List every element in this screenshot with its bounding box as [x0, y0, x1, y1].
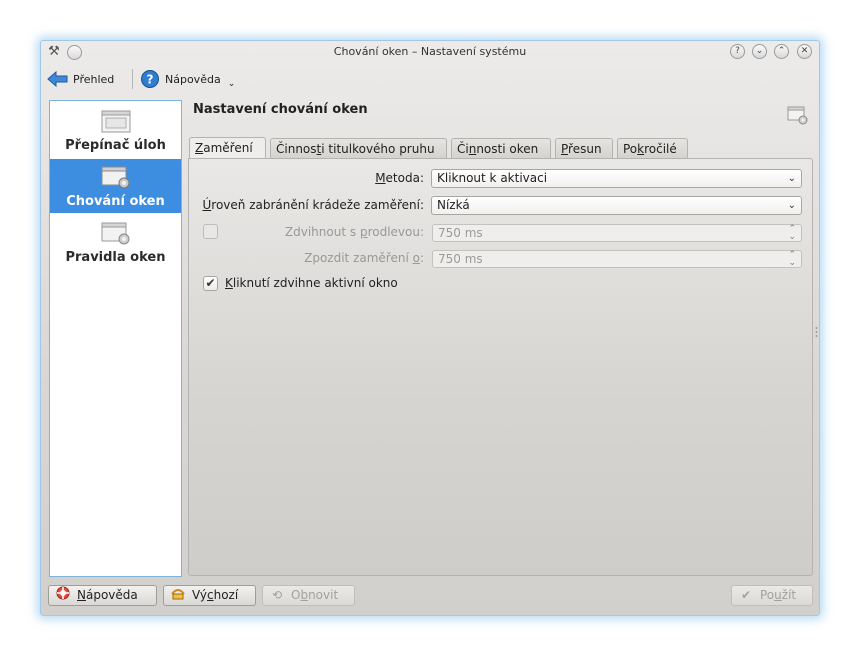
- window-icon: [101, 110, 130, 133]
- defaults-button[interactable]: Výchozí: [163, 585, 256, 606]
- sidebar-item-label: Chování oken: [66, 194, 165, 209]
- back-arrow-icon: [47, 71, 68, 87]
- reset-button-label: Obnovit: [291, 588, 339, 602]
- raise-delay-label: Zdvihnout s prodlevou:: [284, 225, 424, 239]
- checkmark-icon: ✔: [740, 588, 752, 602]
- method-label: Metoda:: [375, 171, 424, 185]
- sidebar-item-label: Přepínač úloh: [65, 138, 166, 153]
- delay-focus-spinbox[interactable]: 750 ms ⌃ ⌄: [432, 250, 802, 268]
- focus-stealing-label: Úroveň zabránění krádeže zaměření:: [202, 198, 424, 212]
- delay-focus-label: Zpozdit zaměření o:: [304, 251, 424, 265]
- tab-advanced[interactable]: Pokročilé: [617, 138, 688, 159]
- help-menu-button[interactable]: ? Nápověda ⌄: [140, 69, 235, 89]
- click-raise-checkbox[interactable]: ✔: [203, 276, 218, 291]
- toolbar-separator: [132, 69, 133, 89]
- sidebar-item-task-switcher[interactable]: Přepínač úloh: [50, 103, 181, 157]
- tab-titlebar-actions[interactable]: Činnosti titulkového pruhu: [270, 138, 447, 159]
- tab-movement[interactable]: Přesun: [555, 138, 613, 159]
- window-gear-icon: [787, 106, 808, 125]
- checkmark-icon: ✔: [205, 276, 216, 290]
- window-gear-icon: [101, 222, 129, 245]
- help-label: Nápověda: [165, 72, 221, 86]
- sidebar-item-label: Pravidla oken: [65, 250, 166, 265]
- raise-delay-value: 750 ms: [438, 226, 483, 240]
- focus-panel: Metoda: Kliknout k aktivaci ⌄ Úroveň zab…: [188, 158, 813, 576]
- sidebar-item-window-rules[interactable]: Pravidla oken: [50, 215, 181, 269]
- restore-defaults-icon: [170, 586, 186, 606]
- window-gear-icon: [101, 166, 129, 189]
- minimize-button[interactable]: ⌄: [752, 44, 767, 59]
- click-raise-label: Kliknutí zdvihne aktivní okno: [225, 276, 398, 290]
- window-title: Chování oken – Nastavení systému: [333, 45, 527, 58]
- sidebar-item-window-behavior[interactable]: Chování oken: [50, 159, 181, 213]
- reset-button[interactable]: ⟲ Obnovit: [262, 585, 355, 606]
- tab-window-actions[interactable]: Činnosti oken: [451, 138, 551, 159]
- help-button[interactable]: Nápověda: [48, 585, 157, 606]
- undo-icon: ⟲: [271, 588, 283, 602]
- titlebar[interactable]: ⚒ Chování oken – Nastavení systému ? ⌄ ⌃…: [41, 41, 819, 63]
- apply-button[interactable]: ✔ Použít: [731, 585, 813, 606]
- focus-stealing-value: Nízká: [437, 198, 470, 212]
- maximize-button[interactable]: ⌃: [774, 44, 789, 59]
- page-title: Nastavení chování oken: [193, 102, 368, 117]
- system-settings-window: ⚒ Chování oken – Nastavení systému ? ⌄ ⌃…: [40, 40, 820, 616]
- defaults-button-label: Výchozí: [192, 588, 239, 602]
- spin-arrows-icon: ⌃ ⌄: [788, 250, 796, 268]
- chevron-down-icon: ⌄: [787, 173, 796, 184]
- method-value: Kliknout k aktivaci: [437, 171, 548, 185]
- overview-label: Přehled: [73, 72, 115, 86]
- sidebar: Přepínač úloh Chování oken Pravidla oken: [49, 100, 182, 577]
- tab-focus[interactable]: Zaměření: [189, 137, 266, 159]
- svg-text:?: ?: [147, 73, 154, 87]
- close-button[interactable]: ✕: [797, 44, 812, 59]
- lifebuoy-icon: [55, 586, 71, 606]
- apply-button-label: Použít: [760, 588, 797, 602]
- raise-delay-checkbox[interactable]: [203, 224, 218, 239]
- help-window-button[interactable]: ?: [730, 44, 745, 59]
- toolbar: Přehled ? Nápověda ⌄: [41, 63, 819, 93]
- spin-arrows-icon: ⌃ ⌄: [788, 224, 796, 242]
- delay-focus-value: 750 ms: [438, 252, 483, 266]
- resize-grip-icon[interactable]: [815, 326, 818, 338]
- chevron-down-icon: ⌄: [787, 200, 796, 211]
- raise-delay-spinbox[interactable]: 750 ms ⌃ ⌄: [432, 224, 802, 242]
- overview-button[interactable]: Přehled: [47, 69, 114, 89]
- chevron-down-icon: ⌄: [227, 79, 236, 89]
- help-button-label: Nápověda: [77, 588, 138, 602]
- method-combo[interactable]: Kliknout k aktivaci ⌄: [431, 169, 802, 188]
- focus-stealing-combo[interactable]: Nízká ⌄: [431, 196, 802, 215]
- help-icon: ?: [141, 70, 159, 88]
